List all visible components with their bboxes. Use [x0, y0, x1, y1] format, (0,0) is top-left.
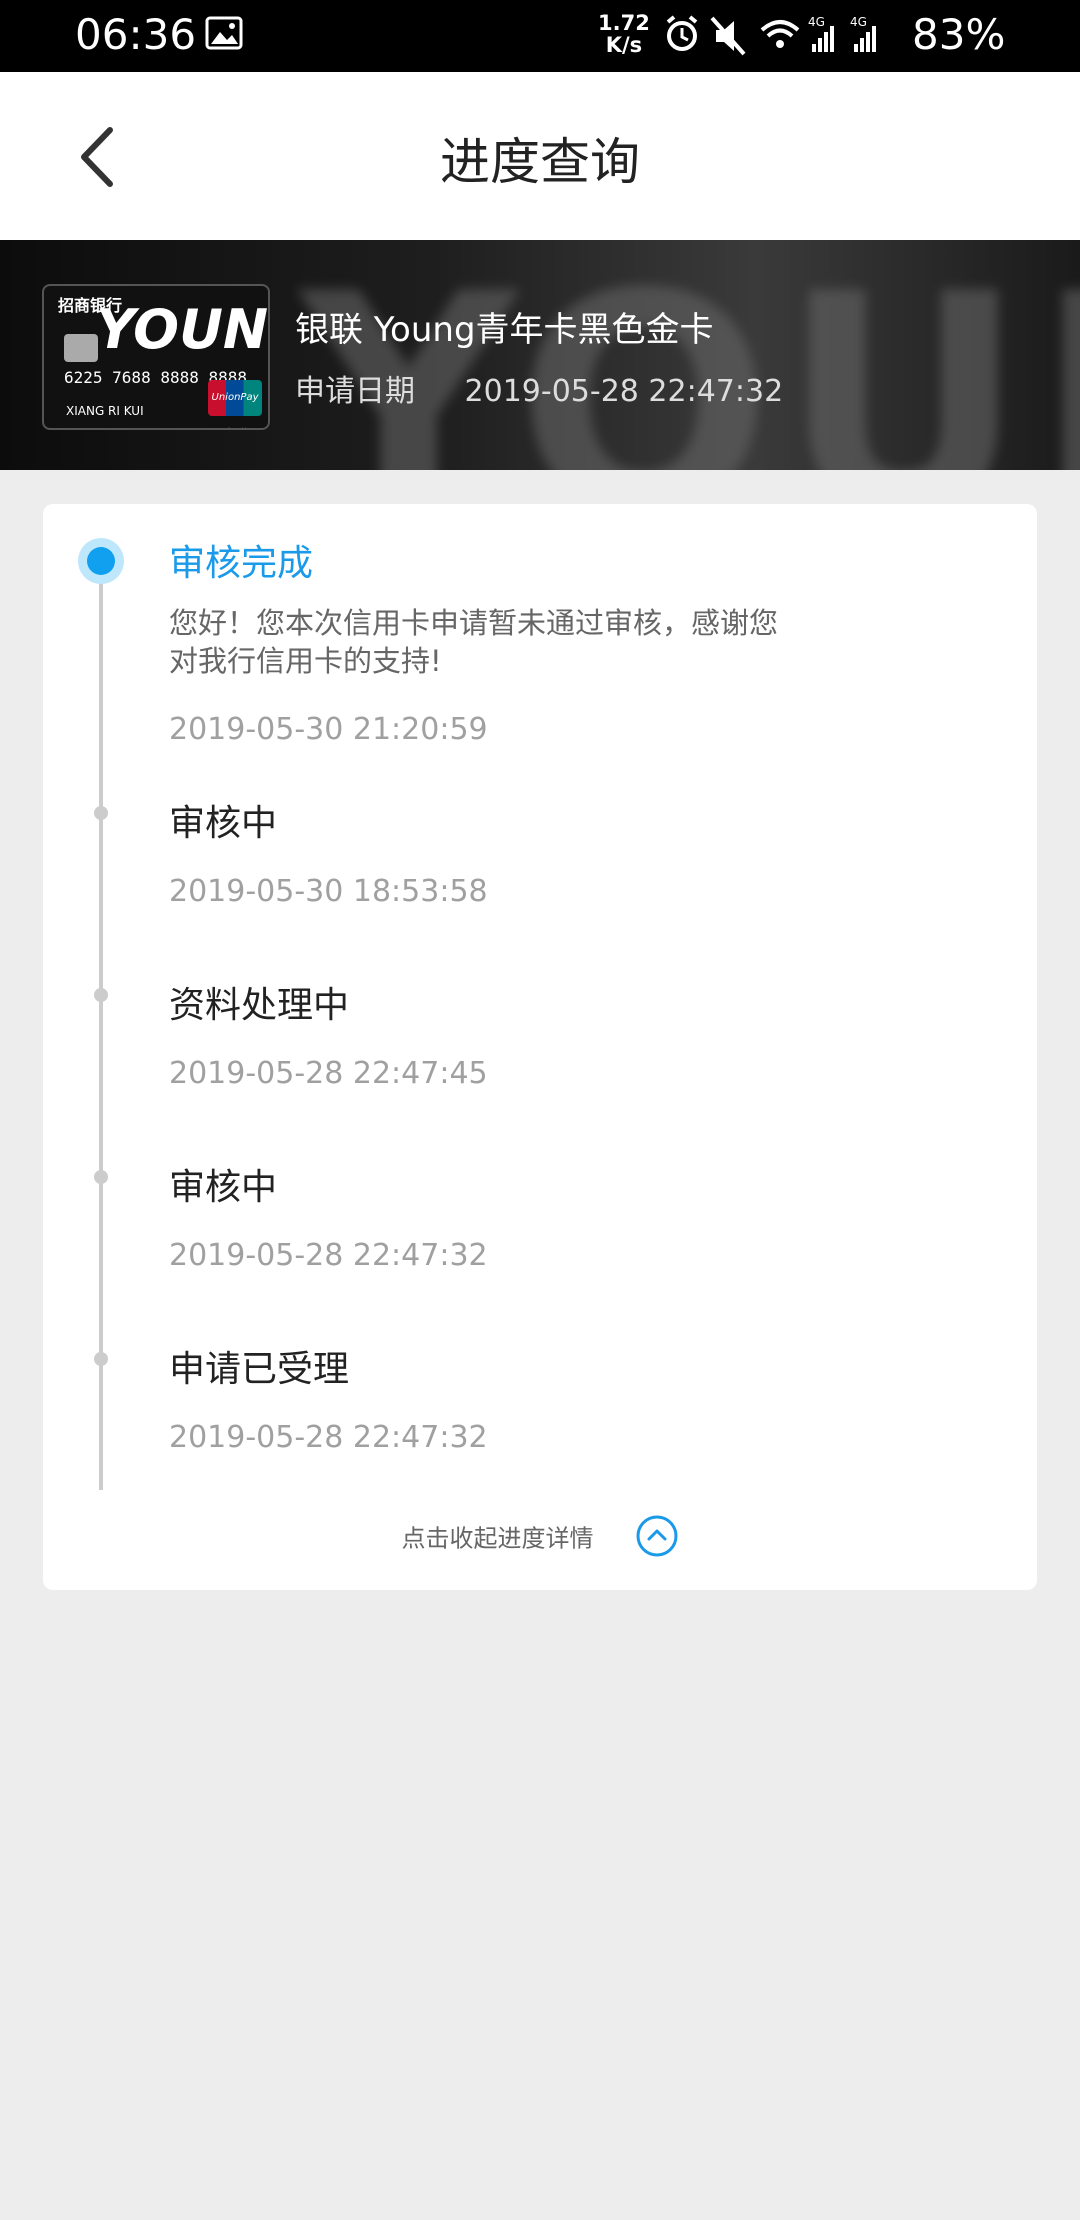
unionpay-logo: UnionPay 银联	[208, 380, 262, 416]
step-time: 2019-05-30 18:53:58	[169, 874, 488, 909]
card-chip	[64, 334, 98, 362]
card-banner: YOUNG 招商银行 YOUNG 6225 7688 8888 8888 XIA…	[0, 240, 1080, 470]
collapse-details-button[interactable]: 点击收起进度详情	[43, 1514, 1037, 1558]
gallery-icon	[205, 16, 243, 50]
timeline-dot	[94, 1170, 108, 1184]
card-holder: XIANG RI KUI	[66, 404, 144, 418]
step-time: 2019-05-28 22:47:32	[169, 1238, 488, 1273]
step-title: 审核中	[169, 1167, 278, 1208]
network-speed-unit: K/s	[605, 33, 643, 57]
svg-text:4G: 4G	[850, 15, 867, 29]
step-time: 2019-05-28 22:47:32	[169, 1420, 488, 1455]
timeline-dot	[94, 806, 108, 820]
timeline-dot	[94, 1352, 108, 1366]
progress-panel: 审核完成 您好！您本次信用卡申请暂未通过审核，感谢您对我行信用卡的支持! 201…	[43, 504, 1037, 1590]
network-speed: 1.72 K/s	[598, 12, 650, 56]
apply-date-row: 申请日期 2019-05-28 22:47:32	[295, 366, 783, 410]
network-speed-value: 1.72	[598, 11, 650, 35]
chevron-up-icon	[636, 1515, 678, 1557]
status-icons: 4G 4G	[666, 15, 876, 56]
collapse-label: 点击收起进度详情	[401, 1524, 594, 1553]
banner-background-art: YOUNG	[300, 240, 1080, 470]
step-title: 审核完成	[169, 543, 314, 584]
timeline-current-dot	[78, 538, 124, 584]
step-time: 2019-05-28 22:47:45	[169, 1056, 488, 1091]
signal-icon: 4G	[808, 15, 834, 52]
signal-icon-2: 4G	[850, 15, 876, 52]
step-title: 审核中	[169, 803, 278, 844]
app-header: 进度查询	[0, 72, 1080, 240]
svg-text:4G: 4G	[808, 15, 825, 29]
card-young-logo: YOUNG	[96, 298, 269, 361]
credit-card-image: 招商银行 YOUNG 6225 7688 8888 8888 XIANG RI …	[42, 284, 270, 430]
card-name: 银联 Young青年卡黑色金卡	[295, 310, 714, 350]
status-time: 06:36	[75, 10, 197, 59]
apply-date-value: 2019-05-28 22:47:32	[464, 374, 784, 409]
alarm-icon	[666, 15, 698, 51]
page-title: 进度查询	[440, 133, 640, 191]
step-title: 资料处理中	[169, 985, 350, 1026]
timeline-dot	[94, 988, 108, 1002]
step-time: 2019-05-30 21:20:59	[169, 712, 488, 747]
timeline-line	[99, 560, 103, 1490]
step-title: 申请已受理	[169, 1349, 350, 1390]
mute-icon	[710, 16, 746, 56]
step-message: 您好！您本次信用卡申请暂未通过审核，感谢您对我行信用卡的支持!	[169, 606, 779, 678]
battery-level: 83%	[912, 10, 1006, 59]
wifi-icon	[760, 20, 800, 48]
status-bar: 06:36 1.72 K/s 4G 4G 83%	[0, 0, 1080, 72]
apply-date-label: 申请日期	[295, 374, 415, 409]
